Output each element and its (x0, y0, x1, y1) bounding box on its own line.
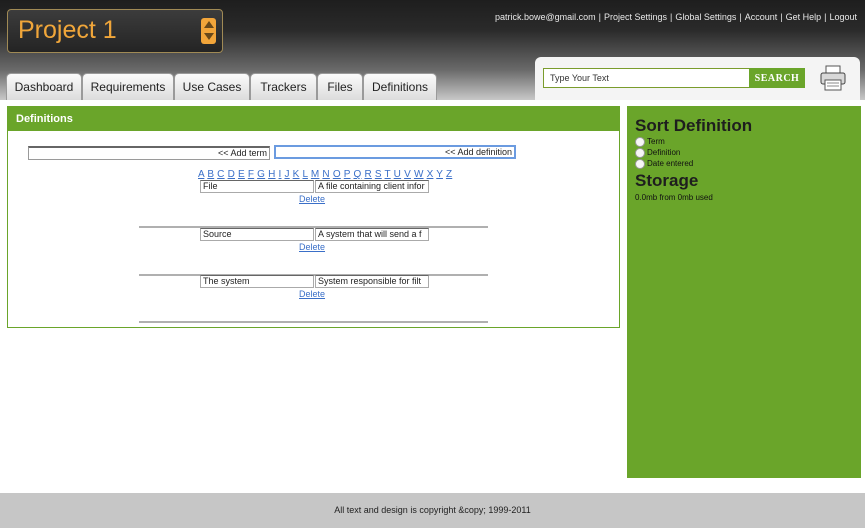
letter-v[interactable]: V (404, 169, 411, 180)
tab-definitions[interactable]: Definitions (363, 73, 437, 100)
letter-k[interactable]: K (293, 169, 300, 180)
sort-definition-title: Sort Definition (635, 116, 753, 135)
link-logout[interactable]: Logout (829, 12, 857, 22)
radio-label: Term (647, 137, 665, 146)
delete-link[interactable]: Delete (299, 289, 325, 299)
letter-c[interactable]: C (217, 169, 224, 180)
sidebar: Sort Definition Term Definition Date ent… (627, 106, 861, 478)
copyright-text: All text and design is copyright &copy; … (334, 505, 531, 515)
letter-q[interactable]: Q (353, 169, 361, 180)
term-field[interactable]: File (200, 180, 314, 193)
letter-y[interactable]: Y (436, 169, 443, 180)
definition-field[interactable]: A system that will send a f (315, 228, 429, 241)
letter-l[interactable]: L (303, 169, 308, 180)
letter-b[interactable]: B (207, 169, 214, 180)
letter-w[interactable]: W (414, 169, 424, 180)
header: Project 1 patrick.bowe@gmail.com | Project… (0, 0, 865, 100)
divider (139, 321, 488, 323)
add-term-field[interactable]: << Add term (28, 146, 270, 160)
letter-d[interactable]: D (228, 169, 235, 180)
letter-p[interactable]: P (344, 169, 351, 180)
link-global-settings[interactable]: Global Settings (675, 12, 736, 22)
letter-h[interactable]: H (268, 169, 275, 180)
letter-t[interactable]: T (385, 169, 391, 180)
letter-u[interactable]: U (394, 169, 401, 180)
letter-i[interactable]: I (279, 169, 282, 180)
tab-files[interactable]: Files (317, 73, 363, 100)
arrow-up-icon (204, 21, 214, 28)
definition-field[interactable]: System responsible for filt (315, 275, 429, 288)
tab-trackers[interactable]: Trackers (250, 73, 317, 100)
tab-use-cases[interactable]: Use Cases (174, 73, 250, 100)
select-arrows-icon[interactable] (201, 18, 216, 44)
arrow-down-icon (204, 33, 214, 40)
tab-dashboard[interactable]: Dashboard (6, 73, 82, 100)
search-input[interactable] (543, 68, 753, 88)
letter-a[interactable]: A (198, 169, 204, 180)
storage-usage: 0.0mb from 0mb used (635, 193, 713, 202)
footer: All text and design is copyright &copy; … (0, 493, 865, 528)
definitions-panel: Definitions << Add term << Add definitio… (7, 106, 620, 328)
delete-link[interactable]: Delete (299, 194, 325, 204)
delete-link[interactable]: Delete (299, 242, 325, 252)
letter-m[interactable]: M (311, 169, 320, 180)
project-selector[interactable]: Project 1 (7, 9, 223, 53)
search-panel: SEARCH (535, 57, 860, 100)
printer-icon[interactable] (819, 65, 847, 91)
letter-e[interactable]: E (238, 169, 245, 180)
user-email: patrick.bowe@gmail.com (494, 12, 596, 22)
link-account[interactable]: Account (745, 12, 778, 22)
radio-label: Date entered (647, 159, 694, 168)
project-name: Project 1 (18, 16, 117, 44)
tab-requirements[interactable]: Requirements (82, 73, 174, 100)
radio-button[interactable] (635, 137, 645, 147)
add-definition-field[interactable]: << Add definition (274, 145, 516, 159)
letter-z[interactable]: Z (446, 169, 452, 180)
link-project-settings[interactable]: Project Settings (604, 12, 667, 22)
letter-n[interactable]: N (322, 169, 329, 180)
link-get-help[interactable]: Get Help (786, 12, 822, 22)
letter-x[interactable]: X (427, 169, 434, 180)
definition-field[interactable]: A file containing client infor (315, 180, 429, 193)
search-button[interactable]: SEARCH (749, 68, 805, 88)
letter-g[interactable]: G (257, 169, 265, 180)
term-field[interactable]: The system (200, 275, 314, 288)
definitions-header: Definitions (8, 107, 619, 131)
letter-j[interactable]: J (284, 169, 289, 180)
term-field[interactable]: Source (200, 228, 314, 241)
top-nav: patrick.bowe@gmail.com | Project Settings |… (494, 12, 857, 22)
letter-s[interactable]: S (375, 169, 382, 180)
radio-button[interactable] (635, 148, 645, 158)
storage-title: Storage (635, 171, 699, 190)
alphabet-filter: A B C D E F G H I J K L M N O P Q R S T … (198, 169, 452, 180)
letter-r[interactable]: R (364, 169, 371, 180)
radio-button[interactable] (635, 159, 645, 169)
letter-f[interactable]: F (248, 169, 254, 180)
radio-label: Definition (647, 148, 681, 157)
letter-o[interactable]: O (333, 169, 341, 180)
